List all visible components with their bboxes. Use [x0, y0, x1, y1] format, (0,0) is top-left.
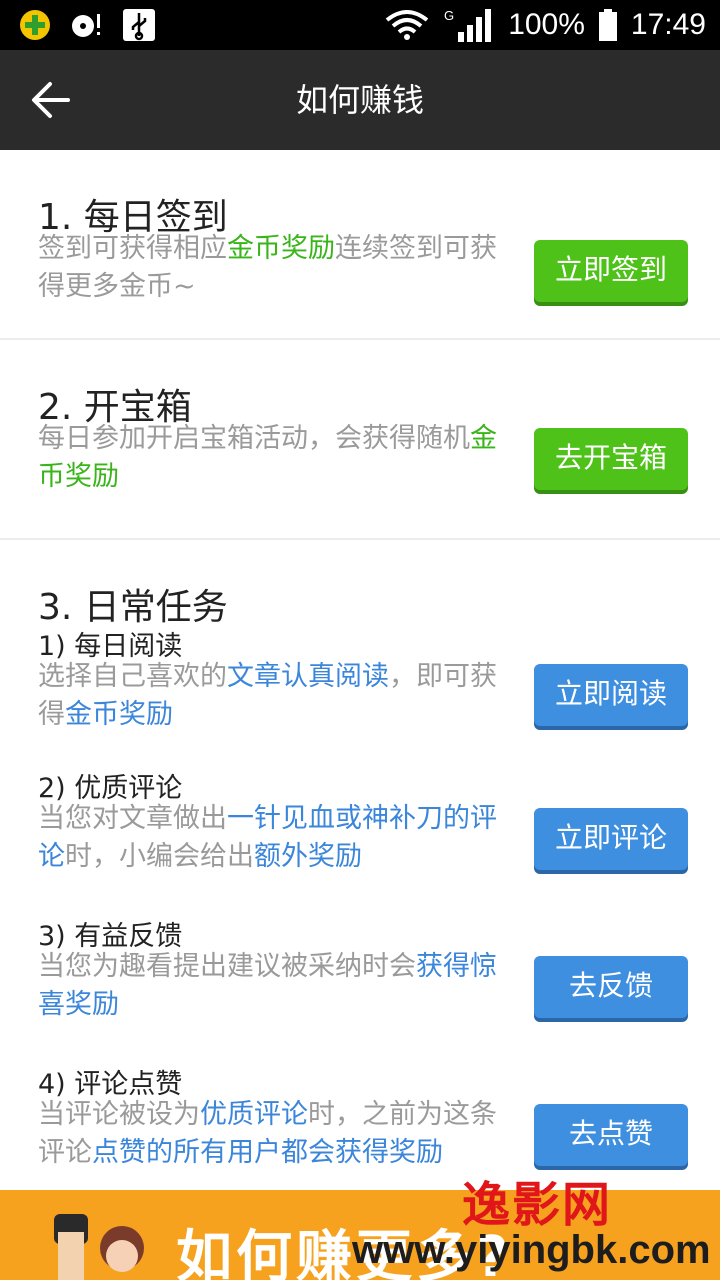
section-title: 3. 日常任务	[38, 587, 228, 628]
network-type-label: G	[444, 8, 454, 23]
task-description: 选择自己喜欢的文章认真阅读，即可获得金币奖励	[38, 658, 518, 734]
cartoon-figures-icon	[54, 1214, 144, 1280]
desc-text: 时，小编会给出	[65, 841, 254, 872]
desc-highlight: 额外奖励	[254, 841, 362, 872]
desc-text: 当您为趣看提出建议被采纳时会	[38, 951, 416, 982]
task-description: 当评论被设为优质评论时，之前为这条评论点赞的所有用户都会获得奖励	[38, 1096, 518, 1172]
feedback-button[interactable]: 去反馈	[534, 956, 688, 1018]
section-description: 签到可获得相应金币奖励连续签到可获得更多金币~	[38, 230, 518, 306]
section-description: 每日参加开启宝箱活动，会获得随机金币奖励	[38, 420, 518, 496]
section-daily-tasks: 3. 日常任务 1) 每日阅读 选择自己喜欢的文章认真阅读，即可获得金币奖励 立…	[0, 540, 720, 1190]
open-treasure-button[interactable]: 去开宝箱	[534, 428, 688, 490]
security-app-icon	[20, 10, 50, 40]
desc-text: 当评论被设为	[38, 1099, 200, 1130]
wifi-icon	[385, 10, 429, 40]
music-player-icon	[72, 14, 100, 37]
watermark-logo: 逸影网	[462, 1177, 613, 1233]
clock: 17:49	[630, 8, 706, 41]
desc-text: 当您对文章做出	[38, 803, 227, 834]
desc-highlight: 文章认真阅读	[227, 661, 389, 692]
battery-percent: 100%	[508, 8, 585, 41]
desc-highlight: 金币奖励	[227, 233, 335, 264]
desc-highlight: 点赞的所有用户都会获得奖励	[92, 1137, 443, 1168]
desc-highlight: 金币奖励	[65, 699, 173, 730]
checkin-button[interactable]: 立即签到	[534, 240, 688, 302]
desc-text: 每日参加开启宝箱活动，会获得随机	[38, 423, 470, 454]
battery-icon	[598, 9, 617, 41]
desc-text: 选择自己喜欢的	[38, 661, 227, 692]
task-description: 当您为趣看提出建议被采纳时会获得惊喜奖励	[38, 948, 518, 1024]
page-title: 如何赚钱	[295, 81, 424, 119]
watermark-url: www.yiyingbk.com	[352, 1228, 711, 1272]
status-bar: G 100% 17:49	[0, 0, 720, 50]
task-description: 当您对文章做出一针见血或神补刀的评论时，小编会给出额外奖励	[38, 800, 518, 876]
desc-highlight: 优质评论	[200, 1099, 308, 1130]
like-button[interactable]: 去点赞	[534, 1104, 688, 1166]
section-daily-checkin: 1. 每日签到 签到可获得相应金币奖励连续签到可获得更多金币~ 立即签到	[0, 150, 720, 340]
section-treasure-box: 2. 开宝箱 每日参加开启宝箱活动，会获得随机金币奖励 去开宝箱	[0, 340, 720, 540]
comment-now-button[interactable]: 立即评论	[534, 808, 688, 870]
app-bar: 如何赚钱	[0, 50, 720, 150]
read-now-button[interactable]: 立即阅读	[534, 664, 688, 726]
usb-icon	[123, 9, 155, 41]
desc-text: 签到可获得相应	[38, 233, 227, 264]
signal-icon: G	[444, 8, 492, 42]
